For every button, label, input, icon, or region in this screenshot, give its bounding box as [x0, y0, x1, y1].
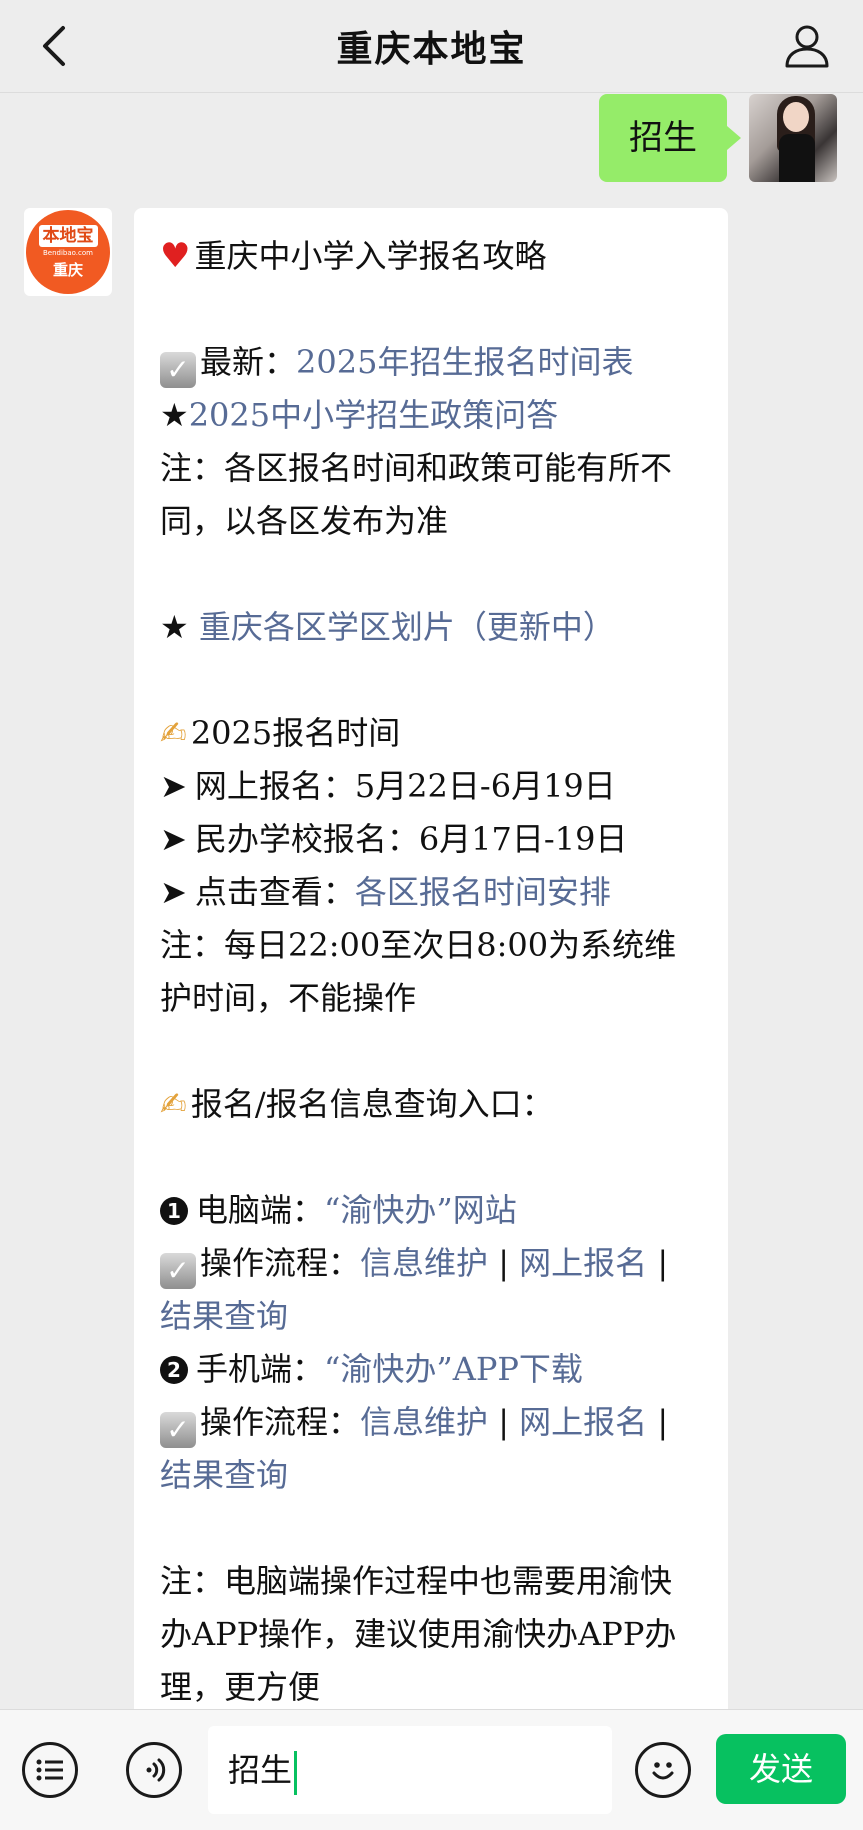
policy-line: ★2025中小学招生政策问答: [160, 389, 702, 442]
click-view-label: 点击查看：: [194, 873, 355, 911]
list-icon: [36, 1759, 63, 1781]
pc-line: 1 电脑端：“渝快办”网站: [160, 1184, 702, 1237]
profile-button[interactable]: [779, 18, 835, 74]
policy-link[interactable]: 2025中小学招生政策问答: [189, 396, 558, 434]
bot-avatar[interactable]: 本地宝 Bendibao.com 重庆: [24, 208, 112, 296]
note-app: 注：电脑端操作过程中也需要用渝快办APP操作，建议使用渝快办APP办理，更方便: [160, 1562, 677, 1706]
schedule-heading: 2025报名时间: [190, 714, 401, 752]
message-title: 重庆中小学入学报名攻略: [194, 237, 547, 275]
arrow-icon: ➤: [160, 820, 187, 858]
logo-sub: Bendibao.com: [42, 248, 93, 257]
latest-link[interactable]: 2025年招生报名时间表: [296, 343, 633, 381]
voice-icon: [146, 1758, 166, 1782]
outgoing-message-row: 招生: [599, 94, 837, 182]
district-link[interactable]: 重庆各区学区划片（更新中）: [199, 608, 615, 646]
mobile-line: 2 手机端：“渝快办”APP下载: [160, 1343, 702, 1396]
outgoing-message-bubble[interactable]: 招生: [599, 94, 741, 182]
logo-city: 重庆: [52, 260, 83, 279]
chat-header: 重庆本地宝: [0, 0, 863, 93]
result-query-link[interactable]: 结果查询: [160, 1456, 288, 1494]
note-maintenance: 注：每日22:00至次日8:00为系统维护时间，不能操作: [160, 926, 677, 1017]
note-policy: 注：各区报名时间和政策可能有所不同，以各区发布为准: [160, 449, 673, 540]
info-maintain-link[interactable]: 信息维护: [360, 1244, 488, 1282]
check-box-icon: ✓: [160, 352, 196, 388]
mobile-label: 手机端：: [196, 1350, 325, 1388]
latest-label: 最新：: [200, 343, 297, 381]
voice-button[interactable]: [126, 1742, 182, 1798]
emoji-button[interactable]: [635, 1742, 691, 1798]
incoming-message-row: 本地宝 Bendibao.com 重庆 ♥ 重庆中小学入学报名攻略 ✓ 最新：202…: [24, 208, 728, 1750]
writing-hand-icon: ✍: [160, 1085, 187, 1123]
private-signup: 民办学校报名：6月17日-19日: [194, 820, 628, 858]
latest-line: ✓ 最新：2025年招生报名时间表: [160, 336, 702, 389]
online-signup-link[interactable]: 网上报名: [519, 1403, 647, 1441]
schedule-heading-line: ✍ 2025报名时间: [160, 707, 702, 760]
arrow-icon: ➤: [160, 767, 187, 805]
number-two-icon: 2: [160, 1356, 188, 1384]
private-signup-line: ➤ 民办学校报名：6月17日-19日: [160, 813, 702, 866]
send-button[interactable]: 发送: [716, 1734, 846, 1804]
smiley-icon: [652, 1762, 674, 1780]
mobile-link[interactable]: “渝快办”APP下载: [324, 1350, 583, 1388]
chevron-left-icon: [43, 26, 65, 66]
message-title-line: ♥ 重庆中小学入学报名攻略: [160, 230, 702, 283]
pc-process: ✓ 操作流程：信息维护 | 网上报名 | 结果查询: [160, 1237, 702, 1343]
bendibao-logo: 本地宝 Bendibao.com 重庆: [26, 210, 110, 294]
incoming-message-bubble: ♥ 重庆中小学入学报名攻略 ✓ 最新：2025年招生报名时间表 ★2025中小学招生…: [134, 208, 728, 1750]
entry-heading: 报名/报名信息查询入口：: [190, 1085, 554, 1123]
check-box-icon: ✓: [160, 1412, 196, 1448]
arrow-icon: ➤: [160, 873, 187, 911]
click-view-line: ➤ 点击查看：各区报名时间安排: [160, 866, 702, 919]
person-icon: [785, 25, 829, 68]
separator: |: [657, 1244, 669, 1282]
separator: |: [498, 1403, 509, 1441]
writing-hand-icon: ✍: [160, 714, 187, 752]
entry-heading-line: ✍ 报名/报名信息查询入口：: [160, 1078, 702, 1131]
user-avatar[interactable]: [749, 94, 837, 182]
star-icon: ★: [160, 608, 199, 646]
back-button[interactable]: [28, 20, 80, 72]
mobile-process: ✓ 操作流程：信息维护 | 网上报名 | 结果查询: [160, 1396, 702, 1502]
separator: |: [657, 1403, 669, 1441]
process-label: 操作流程：: [200, 1244, 361, 1282]
input-bar: 招生 发送: [0, 1709, 863, 1830]
chat-title: 重庆本地宝: [336, 28, 527, 70]
menu-button[interactable]: [22, 1742, 78, 1798]
star-icon: ★: [160, 396, 189, 434]
pc-link[interactable]: “渝快办”网站: [324, 1191, 517, 1229]
online-signup: 网上报名：5月22日-6月19日: [194, 767, 616, 805]
number-one-icon: 1: [160, 1197, 188, 1225]
process-label: 操作流程：: [200, 1403, 361, 1441]
check-box-icon: ✓: [160, 1253, 196, 1289]
online-signup-link[interactable]: 网上报名: [519, 1244, 647, 1282]
click-view-link[interactable]: 各区报名时间安排: [355, 873, 611, 911]
text-caret: [294, 1750, 298, 1795]
message-input[interactable]: 招生: [208, 1726, 612, 1814]
pc-label: 电脑端：: [196, 1191, 325, 1229]
heart-icon: ♥: [160, 236, 191, 276]
logo-text: 本地宝: [38, 224, 98, 247]
result-query-link[interactable]: 结果查询: [160, 1297, 288, 1335]
online-signup-line: ➤ 网上报名：5月22日-6月19日: [160, 760, 702, 813]
separator: |: [498, 1244, 509, 1282]
info-maintain-link[interactable]: 信息维护: [360, 1403, 488, 1441]
input-value: 招生: [228, 1751, 293, 1789]
district-line: ★ 重庆各区学区划片（更新中）: [160, 601, 702, 654]
